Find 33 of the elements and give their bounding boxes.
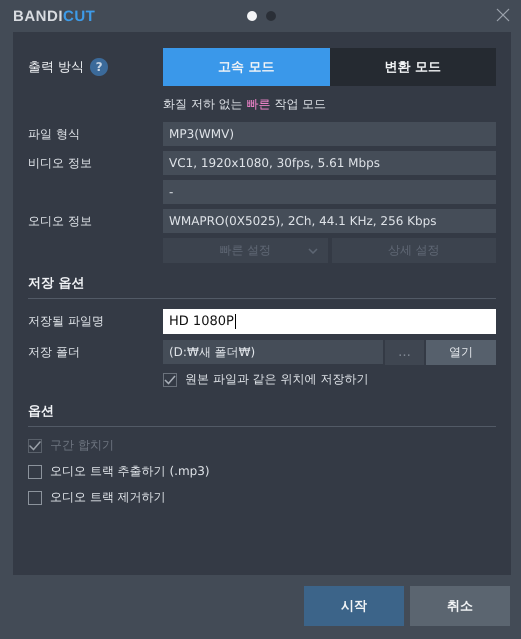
info-field: MP3(WMV)	[163, 122, 496, 146]
close-icon[interactable]	[496, 8, 510, 22]
page-dot[interactable]	[266, 11, 276, 21]
info-field: WMAPRO(0X5025), 2Ch, 44.1 KHz, 256 Kbps	[163, 209, 496, 233]
checkbox-label: 원본 파일과 같은 위치에 저장하기	[185, 371, 368, 388]
browse-button[interactable]: ...	[385, 340, 424, 365]
checkbox[interactable]	[163, 372, 177, 386]
checkbox[interactable]	[28, 464, 42, 478]
app-logo: BANDICUT	[13, 8, 96, 24]
section-title: 옵션	[28, 403, 55, 420]
help-button[interactable]: ?	[90, 58, 108, 76]
checkbox-label: 오디오 트랙 추출하기 (.mp3)	[50, 463, 210, 480]
checkbox-label: 구간 합치기	[50, 437, 114, 454]
mode-tab[interactable]: 고속 모드	[163, 48, 330, 86]
section-title: 저장 옵션	[28, 275, 86, 292]
open-button[interactable]: 열기	[426, 340, 496, 365]
output-method-label: 출력 방식	[28, 59, 84, 76]
info-field: VC1, 1920x1080, 30fps, 5.61 Mbps	[163, 151, 496, 175]
field-label: 파일 형식	[28, 126, 80, 140]
field-label: 저장될 파일명	[28, 313, 105, 330]
filename-input[interactable]: HD 1080P	[163, 309, 496, 334]
checkbox[interactable]	[28, 490, 42, 504]
checkbox-label: 오디오 트랙 제거하기	[50, 489, 166, 506]
field-label: 비디오 정보	[28, 156, 92, 170]
field-label: 오디오 정보	[28, 214, 92, 228]
mode-tab[interactable]: 변환 모드	[330, 48, 496, 86]
folder-field[interactable]: (D:₩새 폴더₩)	[163, 340, 383, 364]
mode-description: 화질 저하 없는 빠른 작업 모드	[163, 96, 328, 113]
field-label: 저장 폴더	[28, 344, 81, 361]
start-button[interactable]: 시작	[304, 586, 404, 626]
cancel-button[interactable]: 취소	[410, 586, 510, 626]
page-dot[interactable]	[247, 11, 257, 21]
info-field: -	[163, 180, 496, 204]
